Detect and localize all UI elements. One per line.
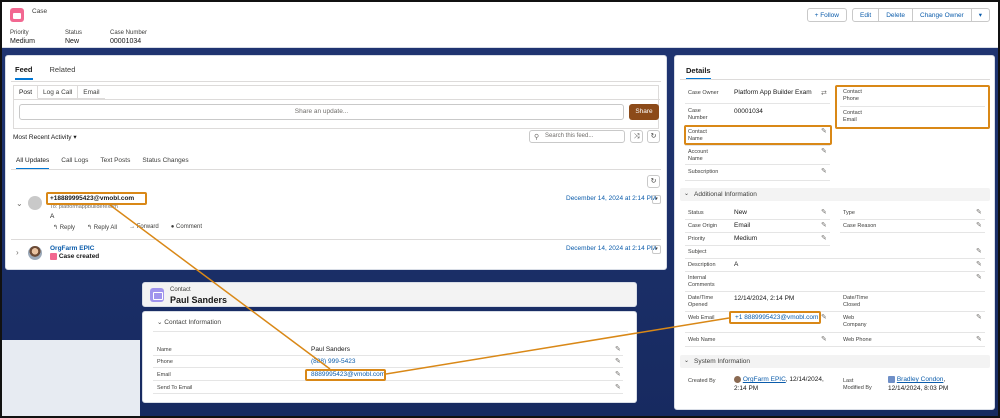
highlight-box [46,192,147,205]
highlight-box [729,311,821,324]
highlight-box [305,369,386,381]
highlight-box [835,85,990,129]
highlight-box [684,125,832,145]
connector-lines [109,204,730,375]
connector-line [385,317,730,375]
connector-line [109,204,331,370]
